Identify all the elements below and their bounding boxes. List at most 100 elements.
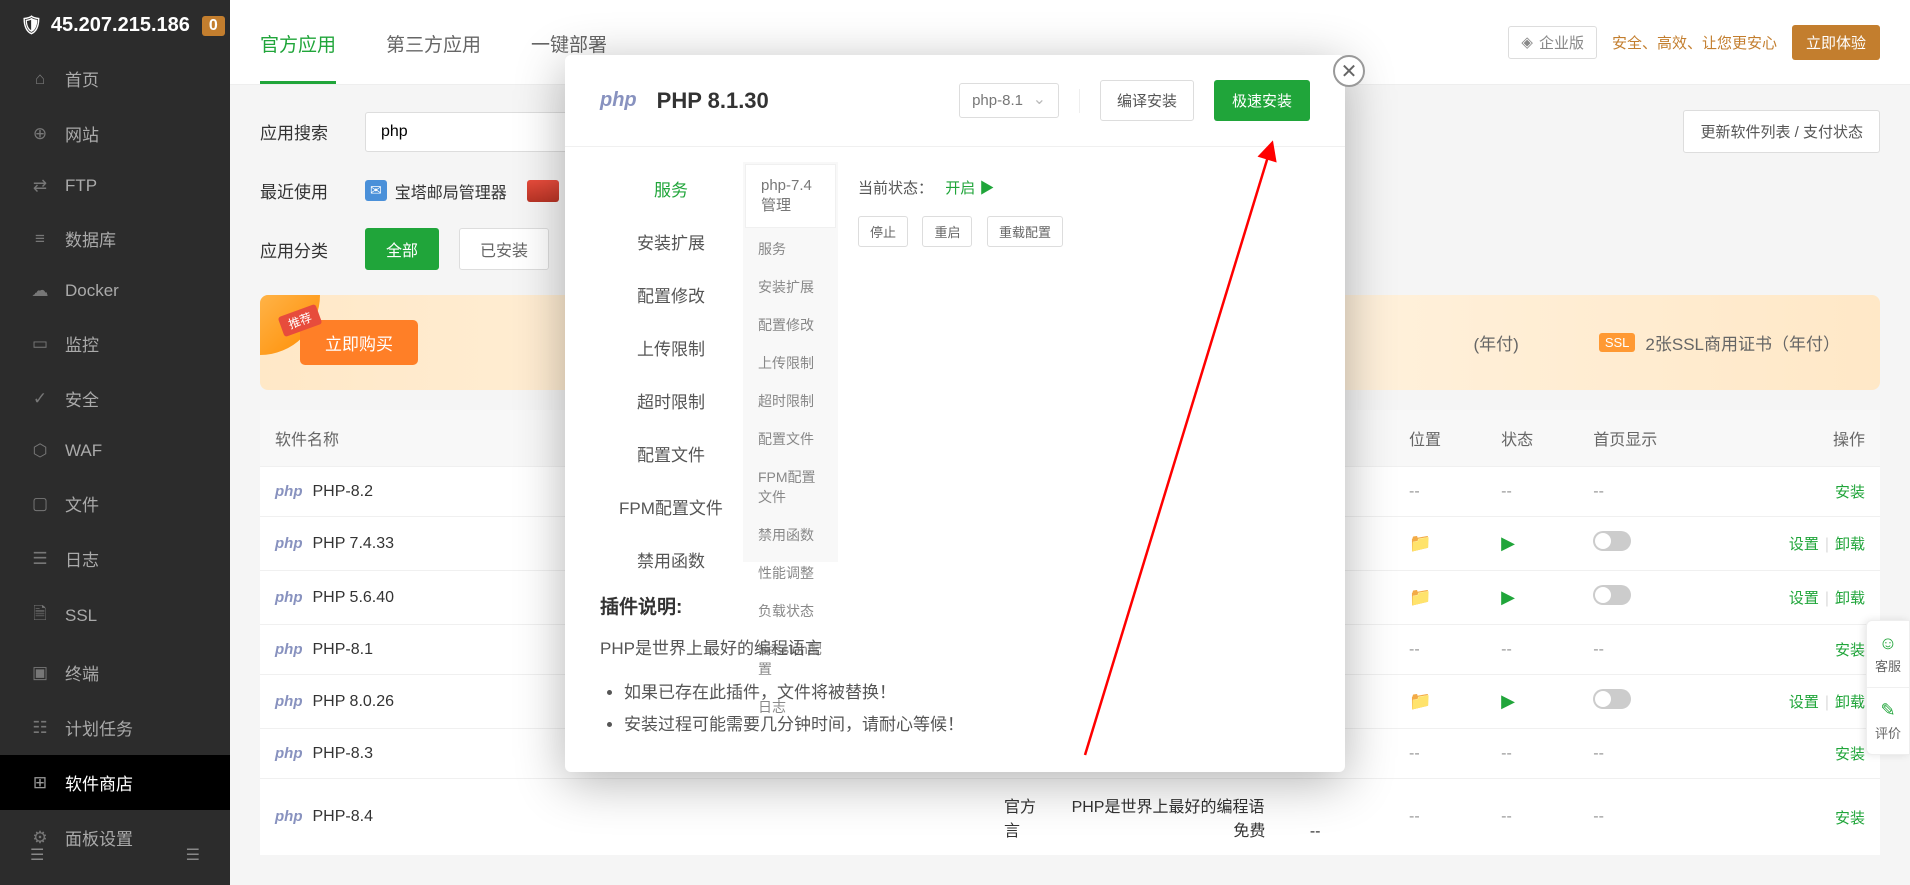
- tab-official[interactable]: 官方应用: [260, 0, 336, 84]
- php-icon: php: [275, 589, 303, 606]
- nav-item-9[interactable]: ☰日志: [0, 531, 230, 586]
- folder-icon[interactable]: 📁: [1409, 587, 1431, 607]
- nav-item-6[interactable]: ✓安全: [0, 371, 230, 426]
- nav-item-2[interactable]: ⇄FTP: [0, 161, 230, 211]
- recent-item-icon[interactable]: [527, 180, 559, 202]
- nav-icon: ⊕: [30, 124, 50, 144]
- settings-mid-item[interactable]: 上传限制: [743, 344, 838, 382]
- float-service[interactable]: ☺ 客服: [1867, 621, 1909, 688]
- tag-installed[interactable]: 已安装: [459, 228, 549, 270]
- nav-item-13[interactable]: ⊞软件商店: [0, 755, 230, 810]
- fast-install-button[interactable]: 极速安装: [1214, 80, 1310, 121]
- nav-item-5[interactable]: ▭监控: [0, 316, 230, 371]
- settings-mid-item[interactable]: 性能调整: [743, 554, 838, 592]
- stop-button[interactable]: 停止: [858, 216, 908, 247]
- settings-left-item[interactable]: 超时限制: [600, 374, 742, 427]
- compile-install-button[interactable]: 编译安装: [1100, 80, 1194, 121]
- nav-item-8[interactable]: ▢文件: [0, 476, 230, 531]
- trial-button[interactable]: 立即体验: [1792, 25, 1880, 60]
- nav-icon: ⬡: [30, 441, 50, 461]
- sidebar: 🛡 45.207.215.186 0 ⌂首页⊕网站⇄FTP≡数据库☁Docker…: [0, 0, 230, 885]
- settings-link[interactable]: 设置: [1789, 536, 1819, 553]
- nav-item-4[interactable]: ☁Docker: [0, 266, 230, 316]
- buy-button[interactable]: 推荐 立即购买: [300, 320, 418, 365]
- divider: [1079, 89, 1080, 113]
- settings-mid-item[interactable]: FPM配置文件: [743, 458, 838, 516]
- nav-item-1[interactable]: ⊕网站: [0, 106, 230, 161]
- settings-left-item[interactable]: FPM配置文件: [600, 480, 742, 533]
- install-link[interactable]: 安装: [1835, 642, 1865, 659]
- reload-button[interactable]: 重载配置: [987, 216, 1063, 247]
- settings-mid-item[interactable]: 禁用函数: [743, 516, 838, 554]
- close-icon[interactable]: ✕: [1333, 55, 1365, 87]
- nav-icon: ⌂: [30, 69, 50, 89]
- settings-mid-item[interactable]: 超时限制: [743, 382, 838, 420]
- server-ip: 45.207.215.186: [51, 14, 190, 37]
- settings-mid-item[interactable]: 安装扩展: [743, 268, 838, 306]
- table-row: phpPHP-8.4 官方 PHP是世界上最好的编程语言 免费 -- -- --…: [260, 779, 1880, 856]
- nav-item-0[interactable]: ⌂首页: [0, 51, 230, 106]
- settings-left-item[interactable]: 配置文件: [600, 427, 742, 480]
- folder-icon[interactable]: 📁: [1409, 533, 1431, 553]
- uninstall-link[interactable]: 卸载: [1835, 536, 1865, 553]
- uninstall-link[interactable]: 卸载: [1835, 694, 1865, 711]
- plugin-notes: 如果已存在此插件，文件将被替换！ 安装过程可能需要几分钟时间，请耐心等候！: [600, 677, 1310, 742]
- version-select[interactable]: php-8.1: [959, 83, 1059, 118]
- settings-left-item[interactable]: 禁用函数: [600, 533, 742, 586]
- nav-icon: ☷: [30, 718, 50, 738]
- settings-link[interactable]: 设置: [1789, 694, 1819, 711]
- nav-item-7[interactable]: ⬡WAF: [0, 426, 230, 476]
- play-icon[interactable]: ▶: [1501, 533, 1515, 553]
- restart-button[interactable]: 重启: [922, 216, 972, 247]
- menu-icon[interactable]: ☰: [186, 845, 200, 865]
- nav-item-11[interactable]: ▣终端: [0, 645, 230, 700]
- settings-right-panel: 当前状态： 开启 ▶ 停止 重启 重载配置: [838, 162, 1310, 562]
- php-icon: php: [275, 808, 303, 825]
- headset-icon: ☺: [1875, 633, 1901, 654]
- float-feedback[interactable]: ✎ 评价: [1867, 688, 1909, 754]
- nav-item-3[interactable]: ≡数据库: [0, 211, 230, 266]
- settings-link[interactable]: 设置: [1789, 590, 1819, 607]
- recent-item-mail[interactable]: ✉ 宝塔邮局管理器: [365, 179, 507, 203]
- plugin-title: 插件说明:: [600, 592, 1310, 619]
- play-icon[interactable]: ▶: [1501, 587, 1515, 607]
- php-icon: php: [275, 535, 303, 552]
- settings-left-item[interactable]: 服务: [600, 162, 742, 215]
- promo-item-ssl: SSL 2张SSL商用证书（年付）: [1599, 330, 1840, 355]
- tab-thirdparty[interactable]: 第三方应用: [386, 0, 481, 84]
- folder-icon[interactable]: 📁: [1409, 691, 1431, 711]
- status-value: 开启 ▶: [945, 180, 994, 197]
- nav-item-12[interactable]: ☷计划任务: [0, 700, 230, 755]
- nav-icon: 🗎: [30, 601, 50, 630]
- install-link[interactable]: 安装: [1835, 810, 1865, 827]
- nav-icon: ☰: [30, 549, 50, 569]
- settings-left-item[interactable]: 配置修改: [600, 268, 742, 321]
- settings-mid-item[interactable]: 配置文件: [743, 420, 838, 458]
- homepage-switch[interactable]: [1593, 689, 1631, 709]
- mail-icon: ✉: [365, 180, 387, 201]
- settings-left-item[interactable]: 上传限制: [600, 321, 742, 374]
- sidebar-footer: ☰ ☰: [0, 845, 230, 865]
- notification-badge[interactable]: 0: [202, 16, 225, 36]
- collapse-icon[interactable]: ☰: [30, 845, 44, 865]
- uninstall-link[interactable]: 卸载: [1835, 590, 1865, 607]
- settings-mid-item[interactable]: 配置修改: [743, 306, 838, 344]
- play-icon[interactable]: ▶: [1501, 691, 1515, 711]
- php-icon: php: [275, 693, 303, 710]
- th-action: 操作: [1718, 410, 1880, 467]
- tag-all[interactable]: 全部: [365, 228, 439, 270]
- mini-buttons: 停止 重启 重载配置: [858, 216, 1290, 247]
- plugin-note-1: 如果已存在此插件，文件将被替换！: [624, 677, 1310, 709]
- homepage-switch[interactable]: [1593, 531, 1631, 551]
- nav-item-10[interactable]: 🗎SSL: [0, 586, 230, 645]
- settings-mid-item[interactable]: 负载状态: [743, 592, 838, 630]
- settings-mid-item[interactable]: 服务: [743, 230, 838, 268]
- settings-left-item[interactable]: 安装扩展: [600, 215, 742, 268]
- enterprise-badge[interactable]: ◈ 企业版: [1508, 26, 1597, 59]
- php-logo-icon: php: [600, 89, 637, 112]
- top-tabs: 官方应用 第三方应用 一键部署: [260, 0, 607, 84]
- install-link[interactable]: 安装: [1835, 746, 1865, 763]
- install-link[interactable]: 安装: [1835, 484, 1865, 501]
- homepage-switch[interactable]: [1593, 585, 1631, 605]
- update-list-button[interactable]: 更新软件列表 / 支付状态: [1683, 110, 1880, 153]
